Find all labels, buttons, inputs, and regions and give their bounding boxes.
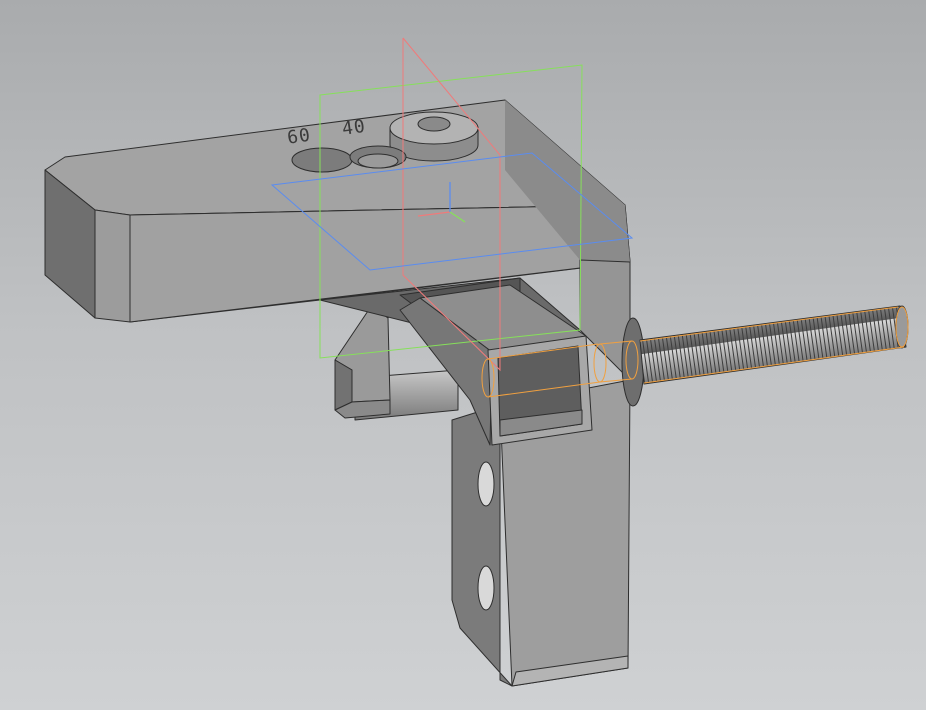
engraving-40: 40 (341, 116, 367, 140)
engraving-60: 60 (286, 125, 312, 149)
square-tube[interactable] (399, 284, 593, 446)
mounting-hole-lower[interactable] (477, 565, 495, 611)
threaded-rod[interactable] (639, 305, 909, 385)
hex-nut[interactable] (621, 317, 645, 407)
hex-nut-body (621, 317, 645, 407)
3d-viewport[interactable]: 60 40 (0, 0, 926, 710)
hole-40-floor (357, 153, 399, 169)
clamp-jaw[interactable] (334, 301, 393, 419)
top-boss-bore[interactable] (417, 116, 451, 132)
model-scene[interactable]: 60 40 (0, 0, 926, 710)
hole-60[interactable] (291, 147, 353, 173)
threaded-rod-body (639, 305, 907, 385)
mounting-hole-upper[interactable] (477, 461, 495, 507)
